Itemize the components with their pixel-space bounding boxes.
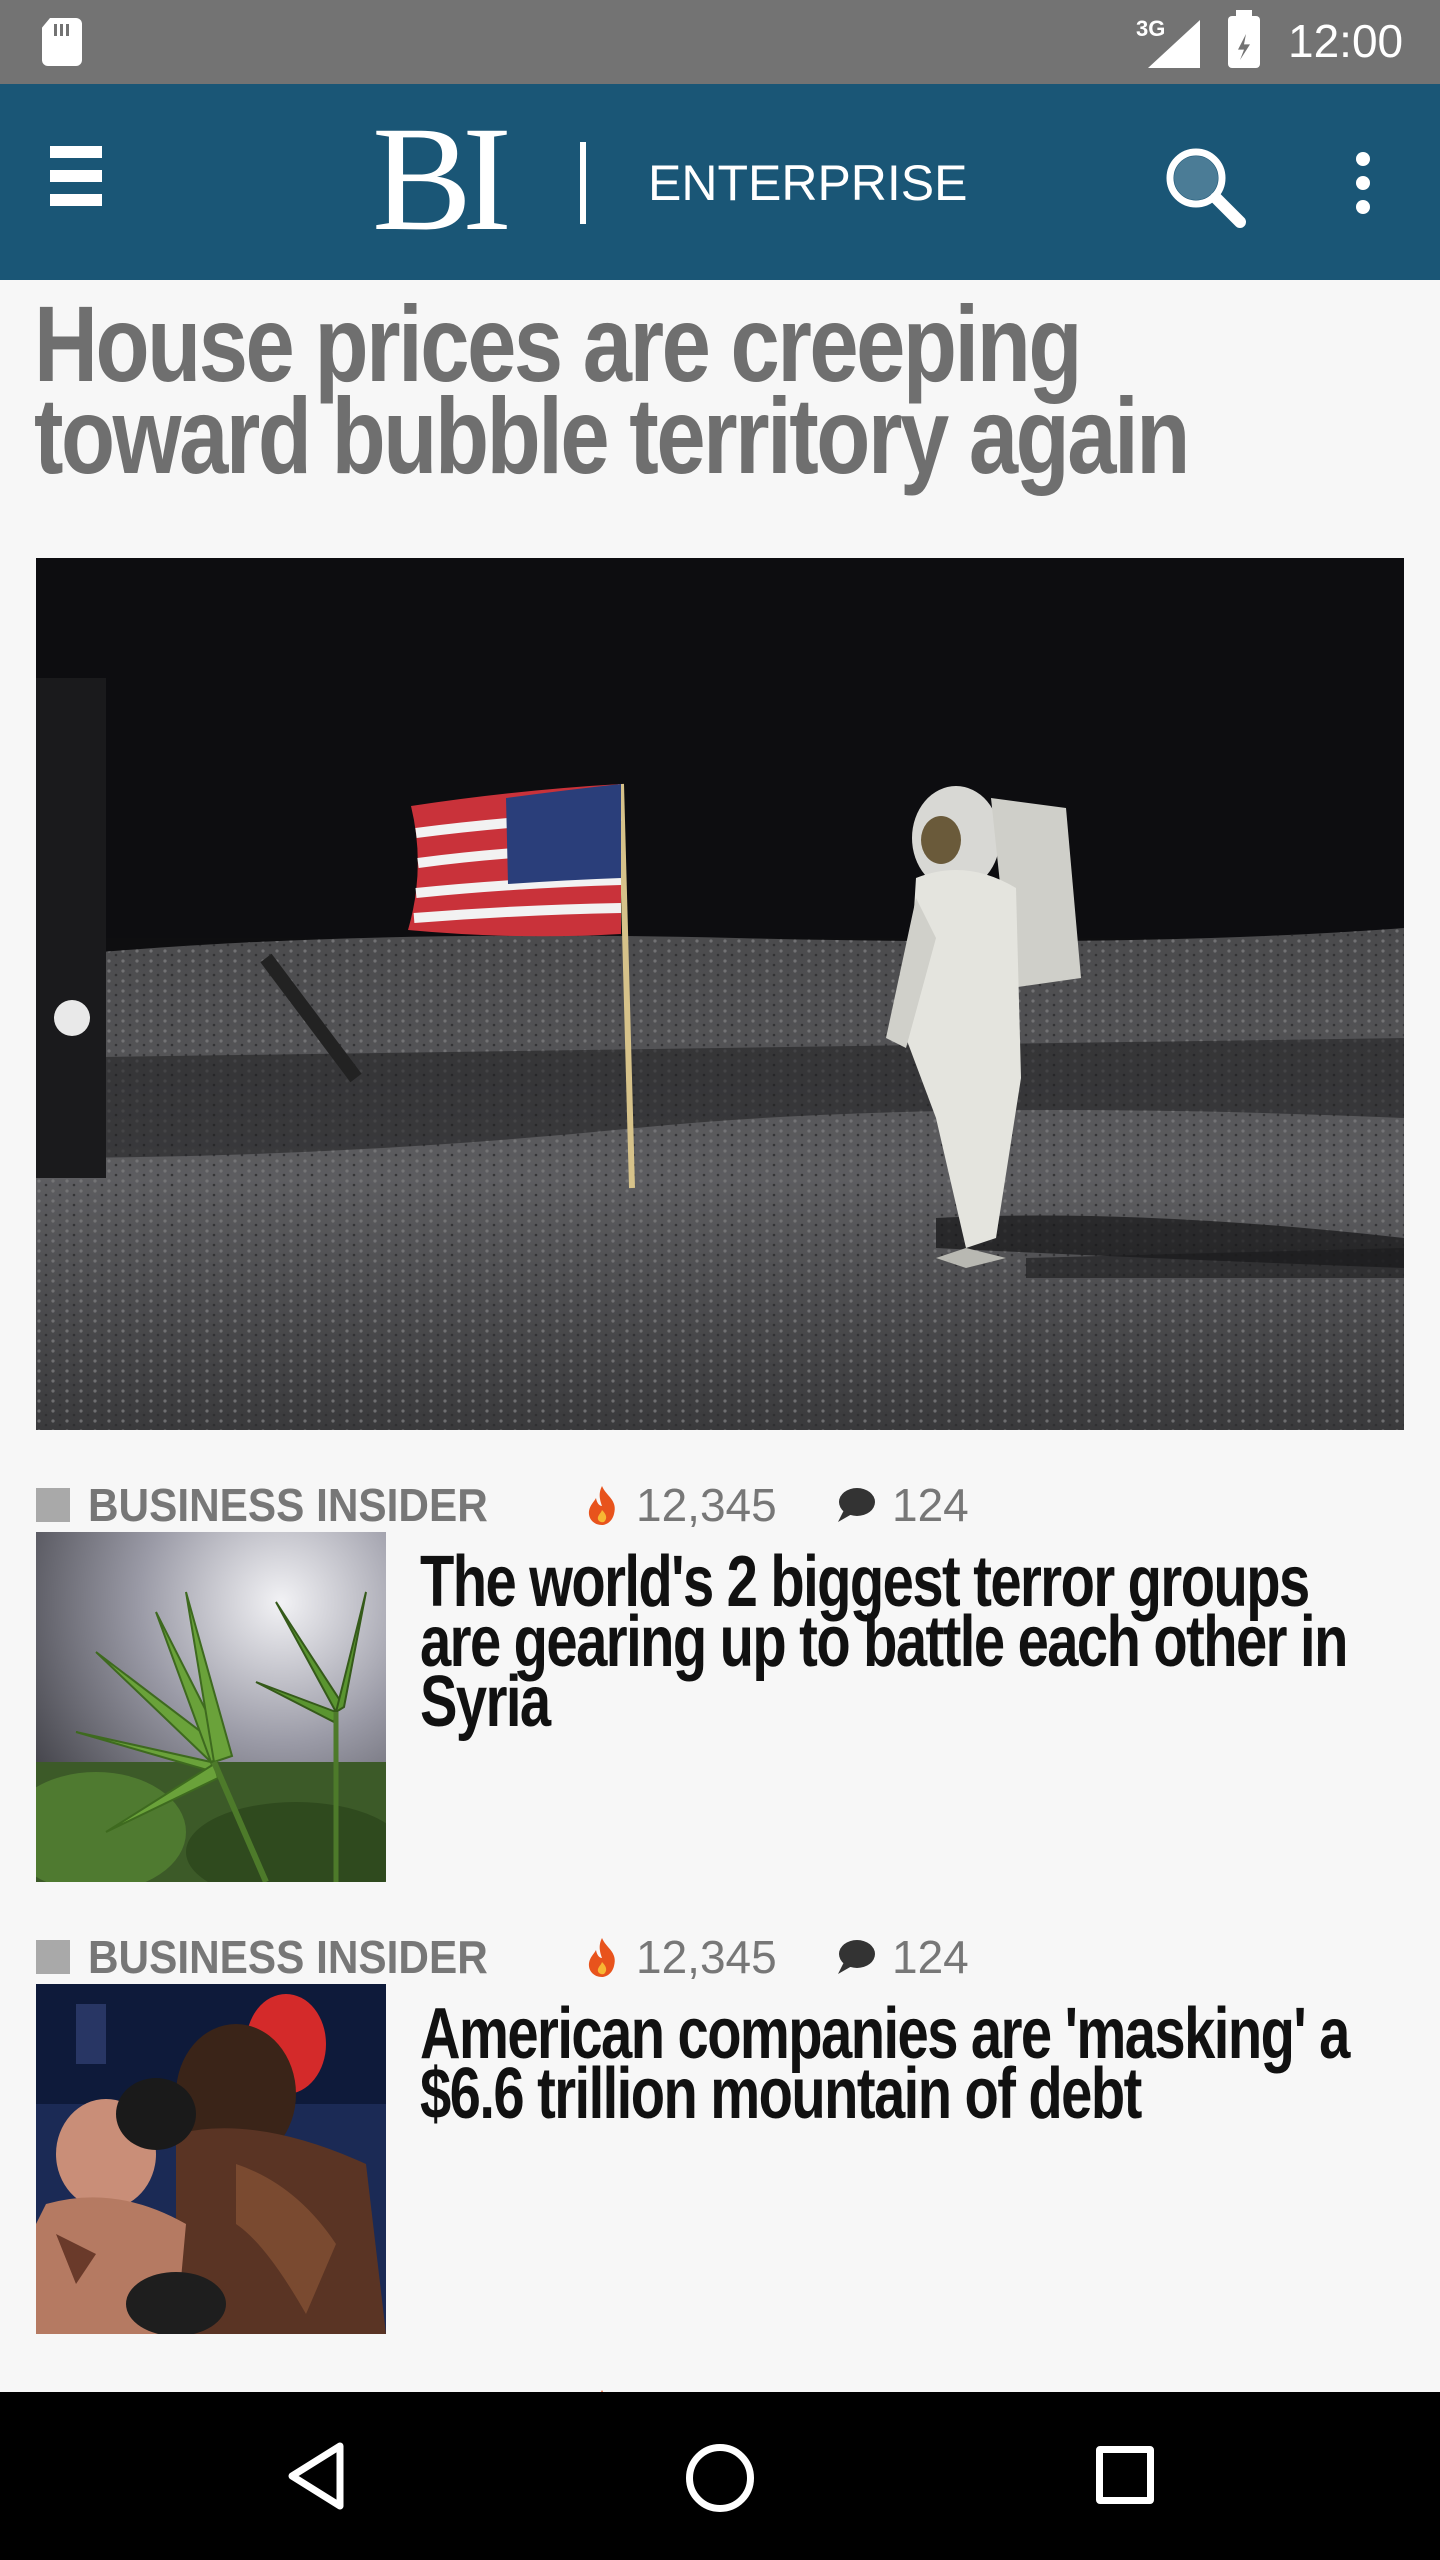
story-source[interactable]: BUSINESS INSIDER — [88, 1930, 488, 1984]
comment-icon — [838, 1488, 875, 1522]
clock: 12:00 — [1288, 15, 1404, 67]
comment-count: 124 — [892, 1931, 969, 1983]
logo-divider — [580, 142, 586, 224]
story-meta: BUSINESS INSIDER 12,345 124 — [36, 1928, 1416, 1983]
comment-count: 124 — [892, 1479, 969, 1531]
network-type-label: 3G — [1136, 16, 1166, 41]
recents-icon[interactable] — [1096, 2446, 1154, 2504]
view-count: 12,345 — [636, 1479, 777, 1531]
story-thumbnail[interactable] — [36, 1532, 386, 1882]
source-square-icon — [36, 1940, 70, 1974]
view-count: 12,345 — [636, 1931, 777, 1983]
bi-logo[interactable]: BI — [372, 104, 512, 254]
source-square-icon — [36, 1488, 70, 1522]
headline-line-2: toward bubble territory again — [34, 375, 1190, 496]
boxing-photo — [36, 1984, 386, 2334]
story-source[interactable]: BUSINESS INSIDER — [88, 1478, 488, 1532]
hero-image[interactable] — [36, 558, 1404, 1430]
section-title[interactable]: ENTERPRISE — [648, 154, 968, 212]
story-thumbnail[interactable] — [36, 1984, 386, 2334]
cannabis-plant-photo — [36, 1532, 386, 1882]
fire-icon — [588, 1938, 615, 1977]
menu-icon[interactable] — [50, 146, 102, 218]
battery-charging-icon — [1228, 10, 1260, 68]
moon-landing-photo — [36, 558, 1404, 1430]
back-icon[interactable] — [284, 2440, 348, 2512]
story-title[interactable]: American companies are 'masking' a $6.6 … — [420, 1998, 1372, 2130]
status-bar: 3G 12:00 — [0, 0, 1440, 84]
sd-card-icon — [42, 18, 82, 66]
fire-icon — [588, 1486, 615, 1525]
story-title[interactable]: The world's 2 biggest terror groups are … — [420, 1546, 1372, 1738]
story-meta: BUSINESS INSIDER 12,345 124 — [36, 1476, 1416, 1531]
overflow-menu-icon[interactable] — [1354, 152, 1374, 216]
search-icon[interactable] — [1160, 142, 1250, 232]
home-icon[interactable] — [686, 2444, 754, 2512]
headline[interactable]: House prices are creeping toward bubble … — [34, 290, 1190, 496]
comment-icon — [838, 1940, 875, 1974]
